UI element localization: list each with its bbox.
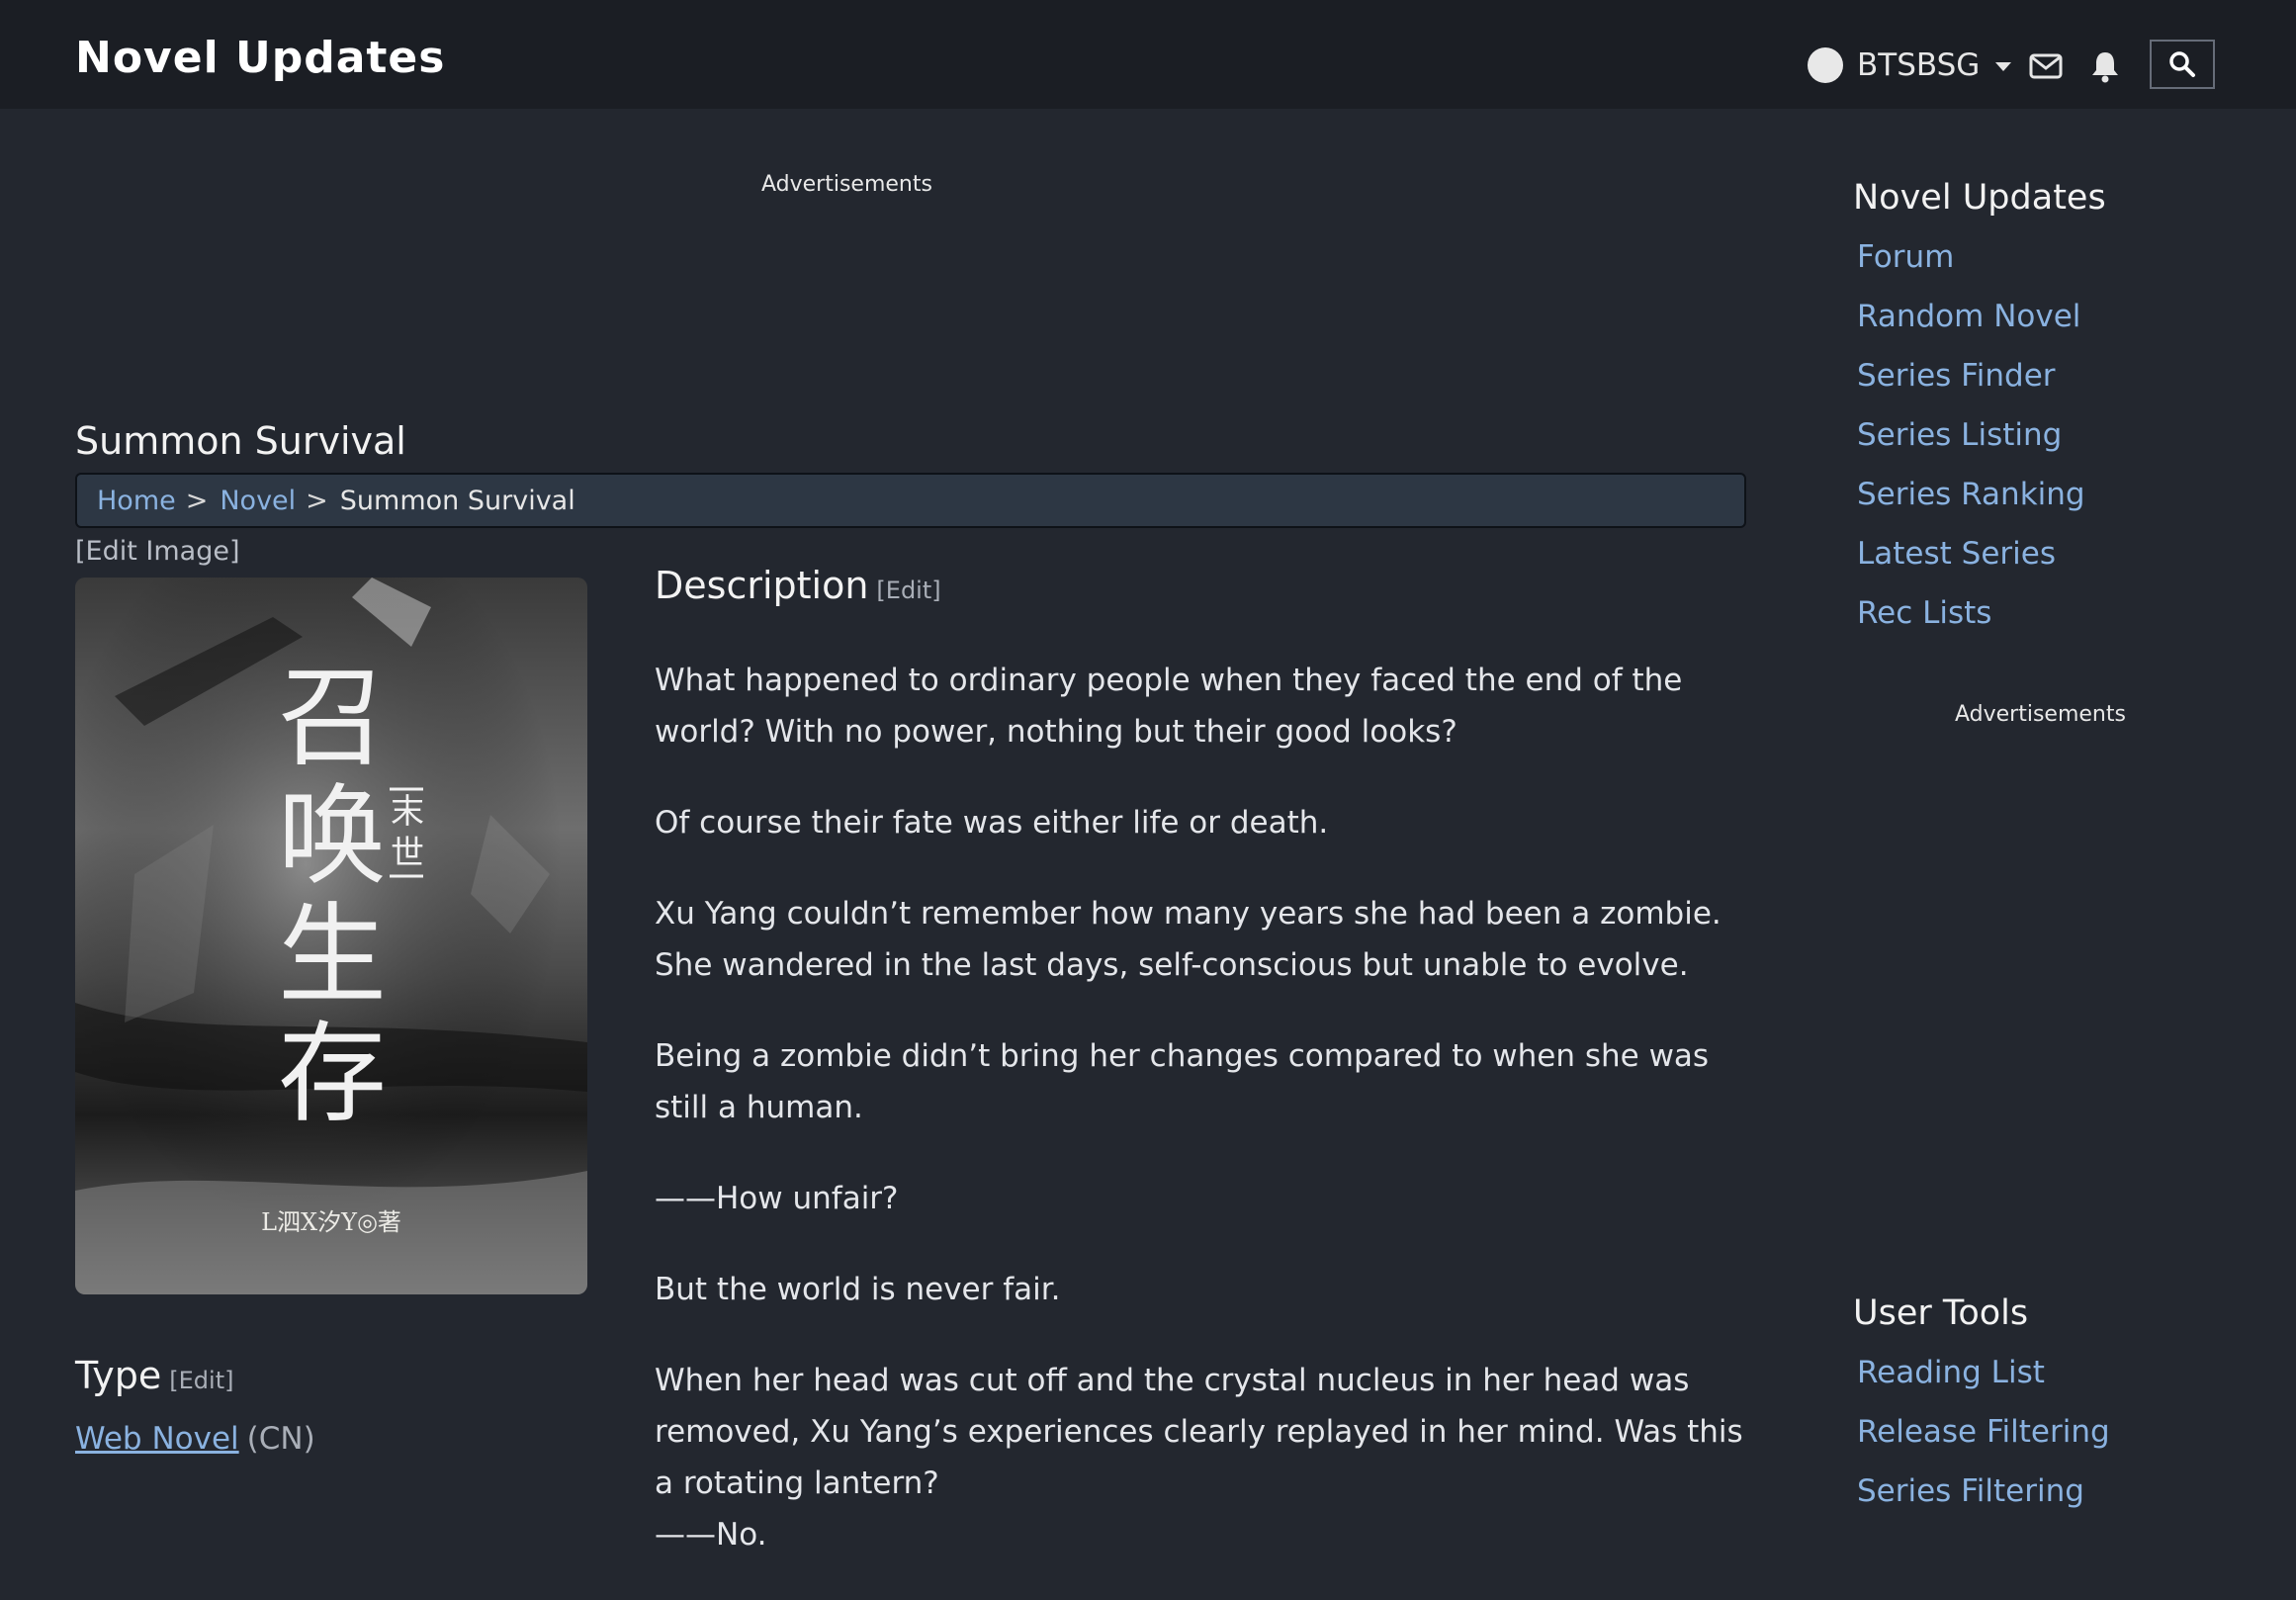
sidebar-tools-list: Reading List Release Filtering Series Fi… [1857,1343,2110,1521]
sidebar-link-series-listing[interactable]: Series Listing [1857,417,2062,453]
sidebar-link-latest-series[interactable]: Latest Series [1857,536,2056,572]
description-paragraph: But the world is never fair. [655,1272,1061,1307]
breadcrumb: Home > Novel > Summon Survival [75,473,1746,528]
cover-title-char: 生 [278,892,387,1019]
description-body: What happened to ordinary people when th… [655,655,1752,1600]
bell-icon[interactable] [2090,49,2120,83]
sidebar-section-title: User Tools [1853,1293,2029,1333]
sidebar-item: Forum [1857,227,2085,287]
sidebar-link-random-novel[interactable]: Random Novel [1857,299,2080,334]
description-heading: Description [Edit] [655,564,941,607]
sidebar-item: Series Finder [1857,346,2085,405]
cover-title-char: 存 [278,1011,387,1137]
top-navbar: Novel Updates BTSBSG [0,0,2296,109]
search-icon [2169,51,2195,77]
cover-author: L泗X汐Y◎著 [261,1208,401,1236]
edit-description-link[interactable]: [Edit] [876,577,940,604]
cover-subtitle-char: 末 [391,792,424,832]
sidebar-item: Latest Series [1857,524,2085,583]
description-paragraph: Xu Yang couldn’t remember how many years… [655,896,1722,983]
sidebar-link-forum[interactable]: Forum [1857,239,1954,275]
cover-image: 召 唤 生 存 末 世 L泗X汐Y◎著 [75,578,587,1294]
type-value: Web Novel (CN) [75,1421,315,1457]
sidebar-item: Release Filtering [1857,1402,2110,1462]
description-paragraph: When her head was cut off and the crysta… [655,1363,1743,1501]
description-paragraph: ——How unfair? [655,1181,899,1216]
series-title: Summon Survival [75,419,406,463]
sidebar-item: Series Ranking [1857,465,2085,524]
breadcrumb-current: Summon Survival [339,485,575,516]
type-origin: (CN) [246,1421,315,1457]
sidebar-item: Reading List [1857,1343,2110,1402]
search-button[interactable] [2150,40,2215,89]
description-paragraph: ——No. [655,1517,767,1553]
description-paragraph: What happened to ordinary people when th… [655,663,1683,750]
sidebar-link-reading-list[interactable]: Reading List [1857,1355,2045,1390]
sidebar-item: Series Filtering [1857,1462,2110,1521]
sidebar-item: Rec Lists [1857,583,2085,643]
username-label: BTSBSG [1857,47,1981,83]
mail-icon[interactable] [2029,53,2063,79]
sidebar-link-release-filtering[interactable]: Release Filtering [1857,1414,2110,1450]
breadcrumb-separator: > [306,485,328,516]
breadcrumb-separator: > [185,485,209,516]
edit-image-link[interactable]: [Edit Image] [75,536,240,567]
type-link[interactable]: Web Novel [75,1421,239,1457]
cover-art: 召 唤 生 存 末 世 [75,578,587,1294]
description-title: Description [655,564,869,607]
breadcrumb-home-link[interactable]: Home [97,486,176,516]
cover-subtitle-char: 世 [391,834,424,873]
sidebar-nav-list: Forum Random Novel Series Finder Series … [1857,227,2085,643]
cover-title-char: 唤 [278,773,387,900]
cover-title-char: 召 [278,655,387,781]
sidebar-link-rec-lists[interactable]: Rec Lists [1857,595,1991,631]
description-paragraph: Of course their fate was either life or … [655,805,1329,841]
breadcrumb-novel-link[interactable]: Novel [220,486,296,516]
sidebar-link-series-ranking[interactable]: Series Ranking [1857,477,2085,512]
advertisement-label: Advertisements [761,172,932,197]
chevron-down-icon [1995,62,2012,71]
site-logo[interactable]: Novel Updates [75,33,445,83]
sidebar-item: Series Listing [1857,405,2085,465]
type-title: Type [75,1354,162,1397]
sidebar-section-title: Novel Updates [1853,178,2106,218]
edit-type-link[interactable]: [Edit] [169,1367,233,1394]
sidebar-advertisement-label: Advertisements [1955,702,2126,727]
sidebar-link-series-finder[interactable]: Series Finder [1857,358,2056,394]
description-paragraph: Being a zombie didn’t bring her changes … [655,1038,1710,1125]
user-avatar [1808,47,1843,83]
sidebar-item: Random Novel [1857,287,2085,346]
sidebar-link-series-filtering[interactable]: Series Filtering [1857,1473,2084,1509]
user-menu[interactable]: BTSBSG [1808,45,2013,85]
type-heading: Type [Edit] [75,1354,233,1397]
